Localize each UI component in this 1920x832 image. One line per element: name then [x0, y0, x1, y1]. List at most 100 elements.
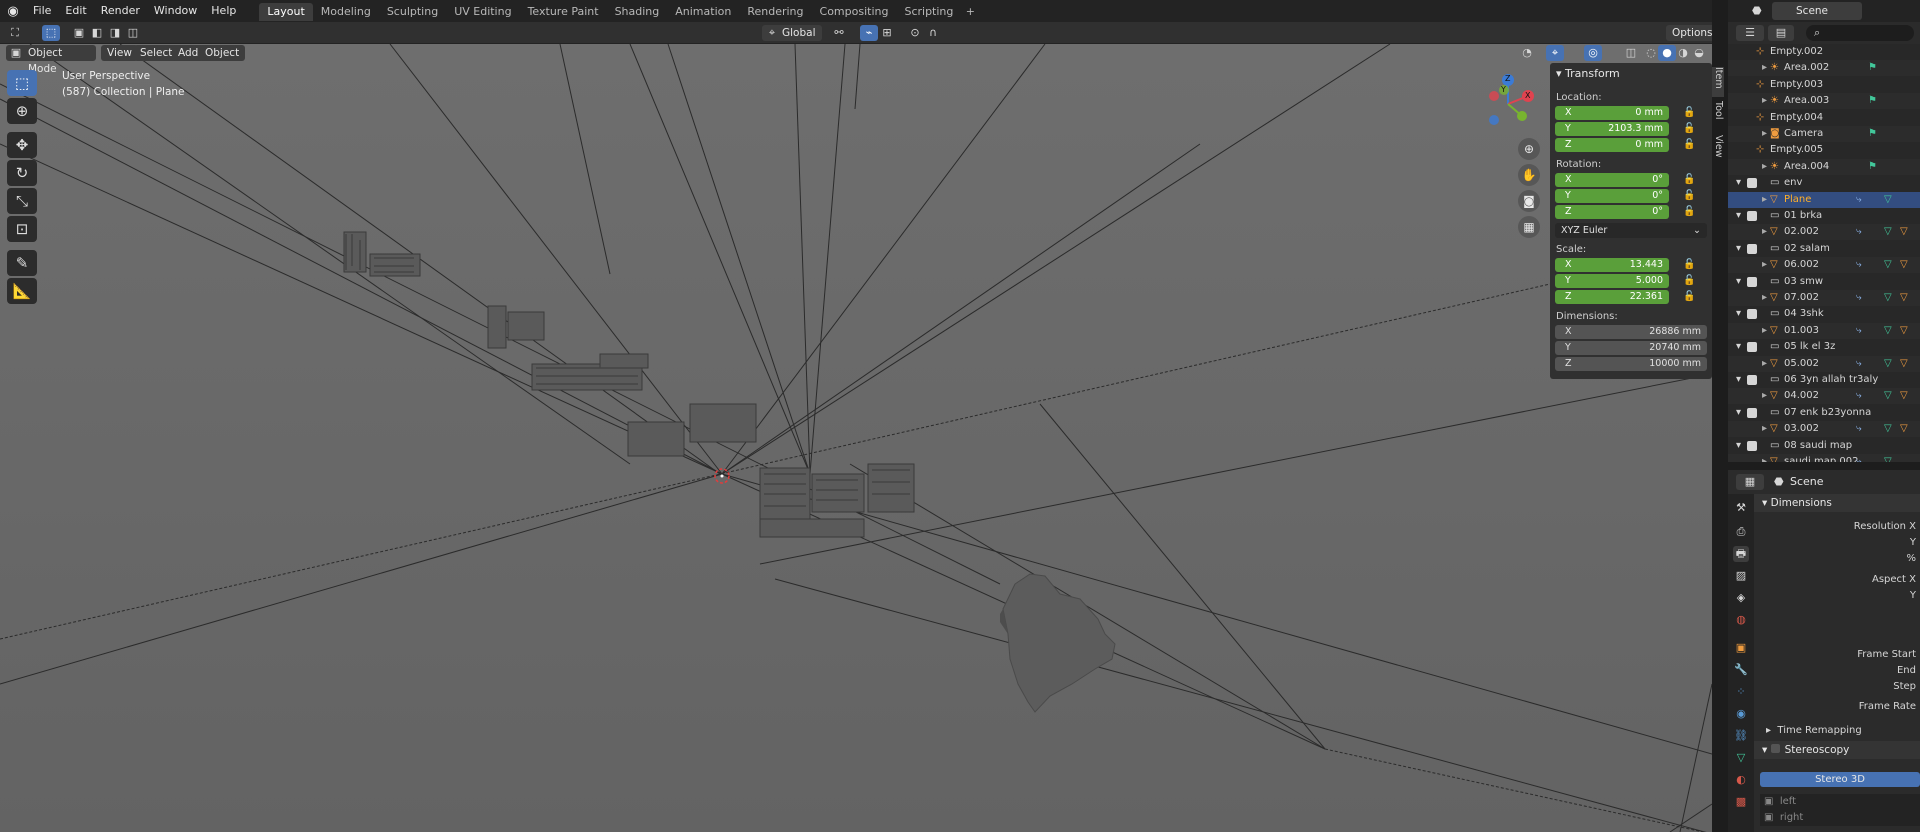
view-layer-icon[interactable]: ▨	[1733, 568, 1749, 584]
material-properties-icon[interactable]: ◐	[1733, 772, 1749, 788]
expand-toggle-icon[interactable]: ▸	[1762, 388, 1767, 404]
rotation-x-field[interactable]: X 0°	[1555, 173, 1669, 187]
rendered-shading-icon[interactable]: ◒	[1690, 45, 1708, 61]
transform-tool-icon[interactable]: ⊡	[7, 216, 37, 242]
scale-z-field[interactable]: Z 22.361	[1555, 290, 1669, 304]
collection-checkbox[interactable]	[1747, 211, 1757, 221]
collection-checkbox[interactable]	[1747, 342, 1757, 353]
expand-toggle-icon[interactable]: ▾	[1736, 438, 1741, 454]
tab-layout[interactable]: Layout	[259, 3, 313, 21]
expand-toggle-icon[interactable]: ▸	[1762, 323, 1767, 339]
output-properties-icon[interactable]: 🖶	[1733, 546, 1749, 562]
texture-properties-icon[interactable]: ▩	[1733, 794, 1749, 810]
collection-checkbox[interactable]	[1747, 309, 1757, 320]
view-right-item[interactable]: ▣ right	[1764, 812, 1803, 823]
tab-tool[interactable]: Tool	[1712, 101, 1724, 131]
lock-icon[interactable]: 🔓	[1683, 259, 1695, 270]
collection-checkbox[interactable]	[1747, 440, 1757, 451]
outliner-row[interactable]: ▸ ▽ 02.002 ⤷ ▽ ▽	[1728, 224, 1920, 241]
rotation-z-field[interactable]: Z 0°	[1555, 205, 1669, 219]
select-extend-icon[interactable]: ◧	[88, 25, 106, 41]
outliner-row[interactable]: ⊹ Empty.003	[1728, 77, 1920, 93]
outliner-row[interactable]: ▾ ▭ 07 enk b23yonna	[1728, 405, 1920, 421]
menu-file[interactable]: File	[26, 0, 58, 22]
outliner-row[interactable]: ▸ ◙ Camera ⚑	[1728, 126, 1920, 142]
expand-toggle-icon[interactable]: ▸	[1762, 126, 1767, 142]
proportional-edit-icon[interactable]: ⊙	[906, 25, 924, 41]
expand-toggle-icon[interactable]: ▾	[1736, 405, 1741, 421]
gizmo-toggle-icon[interactable]: ⌖	[1546, 45, 1564, 61]
lock-icon[interactable]: 🔓	[1683, 190, 1695, 201]
world-properties-icon[interactable]: ◍	[1733, 612, 1749, 628]
scale-x-field[interactable]: X 13.443	[1555, 258, 1669, 272]
menu-edit[interactable]: Edit	[58, 0, 93, 22]
snap-icon[interactable]: ⌁	[860, 25, 878, 41]
add-workspace-button[interactable]: +	[961, 3, 979, 21]
scene-properties-icon[interactable]: ◈	[1733, 590, 1749, 606]
object-properties-icon[interactable]: ▣	[1733, 640, 1749, 656]
constraints-icon[interactable]: ⛓	[1733, 728, 1749, 744]
physics-icon[interactable]: ◉	[1733, 706, 1749, 722]
options-button[interactable]: Options	[1666, 25, 1719, 41]
mesh-data-icon[interactable]: ▽	[1733, 750, 1749, 766]
expand-toggle-icon[interactable]: ▾	[1736, 274, 1741, 290]
expand-toggle-icon[interactable]: ▸	[1762, 159, 1767, 175]
expand-toggle-icon[interactable]: ▸	[1762, 421, 1767, 437]
visibility-icon[interactable]: ◔	[1518, 45, 1536, 61]
tab-shading[interactable]: Shading	[607, 3, 668, 21]
render-properties-icon[interactable]: ⎙	[1733, 524, 1749, 540]
3d-viewport[interactable]: Object Mode ▣ View Select Add Object ◔ ⌖…	[0, 44, 1712, 832]
view-left-item[interactable]: ▣ left	[1764, 796, 1796, 807]
lock-icon[interactable]: 🔓	[1683, 275, 1695, 286]
stereo-3d-button[interactable]: Stereo 3D	[1760, 772, 1920, 787]
lock-icon[interactable]: 🔓	[1683, 123, 1695, 134]
transform-section-header[interactable]: ▾ Transform	[1556, 67, 1620, 80]
expand-toggle-icon[interactable]: ▾	[1736, 306, 1741, 322]
outliner-row[interactable]: ▸ ▽ saudi map.002 ⤷ ▽	[1728, 454, 1920, 462]
collection-checkbox[interactable]	[1747, 407, 1757, 418]
expand-toggle-icon[interactable]: ▾	[1736, 372, 1741, 388]
outliner-row[interactable]: ⊹ Empty.005	[1728, 142, 1920, 158]
rotate-tool-icon[interactable]: ↻	[7, 160, 37, 186]
dimensions-y-field[interactable]: Y 20740 mm	[1555, 341, 1707, 355]
collection-checkbox[interactable]	[1747, 243, 1757, 254]
dimensions-panel-header[interactable]: ▾ Dimensions	[1754, 494, 1920, 512]
expand-toggle-icon[interactable]: ▸	[1762, 224, 1767, 240]
expand-toggle-icon[interactable]: ▾	[1736, 208, 1741, 224]
particles-icon[interactable]: ⁘	[1733, 684, 1749, 700]
lock-icon[interactable]: 🔓	[1683, 107, 1695, 118]
outliner-editor-type-icon[interactable]: ☰	[1736, 25, 1764, 41]
outliner-row[interactable]: ▾ ▭ 05 lk el 3z	[1728, 339, 1920, 355]
grid-perspective-icon[interactable]: ▦	[1518, 216, 1540, 238]
collection-checkbox[interactable]	[1747, 276, 1757, 287]
outliner-row[interactable]: ▾ ▭ 02 salam	[1728, 241, 1920, 257]
tab-animation[interactable]: Animation	[667, 3, 739, 21]
outliner-row[interactable]: ▸ ▽ 03.002 ⤷ ▽ ▽	[1728, 421, 1920, 438]
lock-icon[interactable]: 🔓	[1683, 139, 1695, 150]
outliner-row[interactable]: ▸ ▽ 01.003 ⤷ ▽ ▽	[1728, 322, 1920, 339]
outliner-row[interactable]: ▸ ▽ Plane ⤷ ▽	[1728, 191, 1920, 208]
outliner-row[interactable]: ▾ ▭ 04 3shk	[1728, 306, 1920, 322]
expand-toggle-icon[interactable]: ▸	[1762, 60, 1767, 76]
camera-view-icon[interactable]: ◙	[1518, 190, 1540, 212]
location-y-field[interactable]: Y 2103.3 mm	[1555, 122, 1669, 136]
tab-compositing[interactable]: Compositing	[812, 3, 897, 21]
move-tool-icon[interactable]: ✥	[7, 132, 37, 158]
outliner-row[interactable]: ⊹ Empty.004	[1728, 110, 1920, 126]
pan-hand-icon[interactable]: ✋	[1518, 164, 1540, 186]
outliner-row[interactable]: ▾ ▭ env	[1728, 175, 1920, 191]
outliner-row[interactable]: ▸ ▽ 07.002 ⤷ ▽ ▽	[1728, 290, 1920, 306]
tab-sculpting[interactable]: Sculpting	[379, 3, 446, 21]
dimensions-z-field[interactable]: Z 10000 mm	[1555, 357, 1707, 371]
outliner-row[interactable]: ▸ ☀ Area.003 ⚑	[1728, 93, 1920, 110]
rotation-mode-select[interactable]: XYZ Euler ⌄	[1555, 223, 1707, 238]
tab-modeling[interactable]: Modeling	[313, 3, 379, 21]
tab-view[interactable]: View	[1712, 135, 1724, 165]
select-invert-icon[interactable]: ◫	[124, 25, 142, 41]
expand-toggle-icon[interactable]: ▸	[1762, 454, 1767, 462]
overlay-toggle-icon[interactable]: ◎	[1584, 45, 1602, 61]
properties-editor-type-icon[interactable]: ▦	[1736, 474, 1764, 490]
lock-icon[interactable]: 🔓	[1683, 291, 1695, 302]
rotation-y-field[interactable]: Y 0°	[1555, 189, 1669, 203]
tab-texture-paint[interactable]: Texture Paint	[520, 3, 607, 21]
